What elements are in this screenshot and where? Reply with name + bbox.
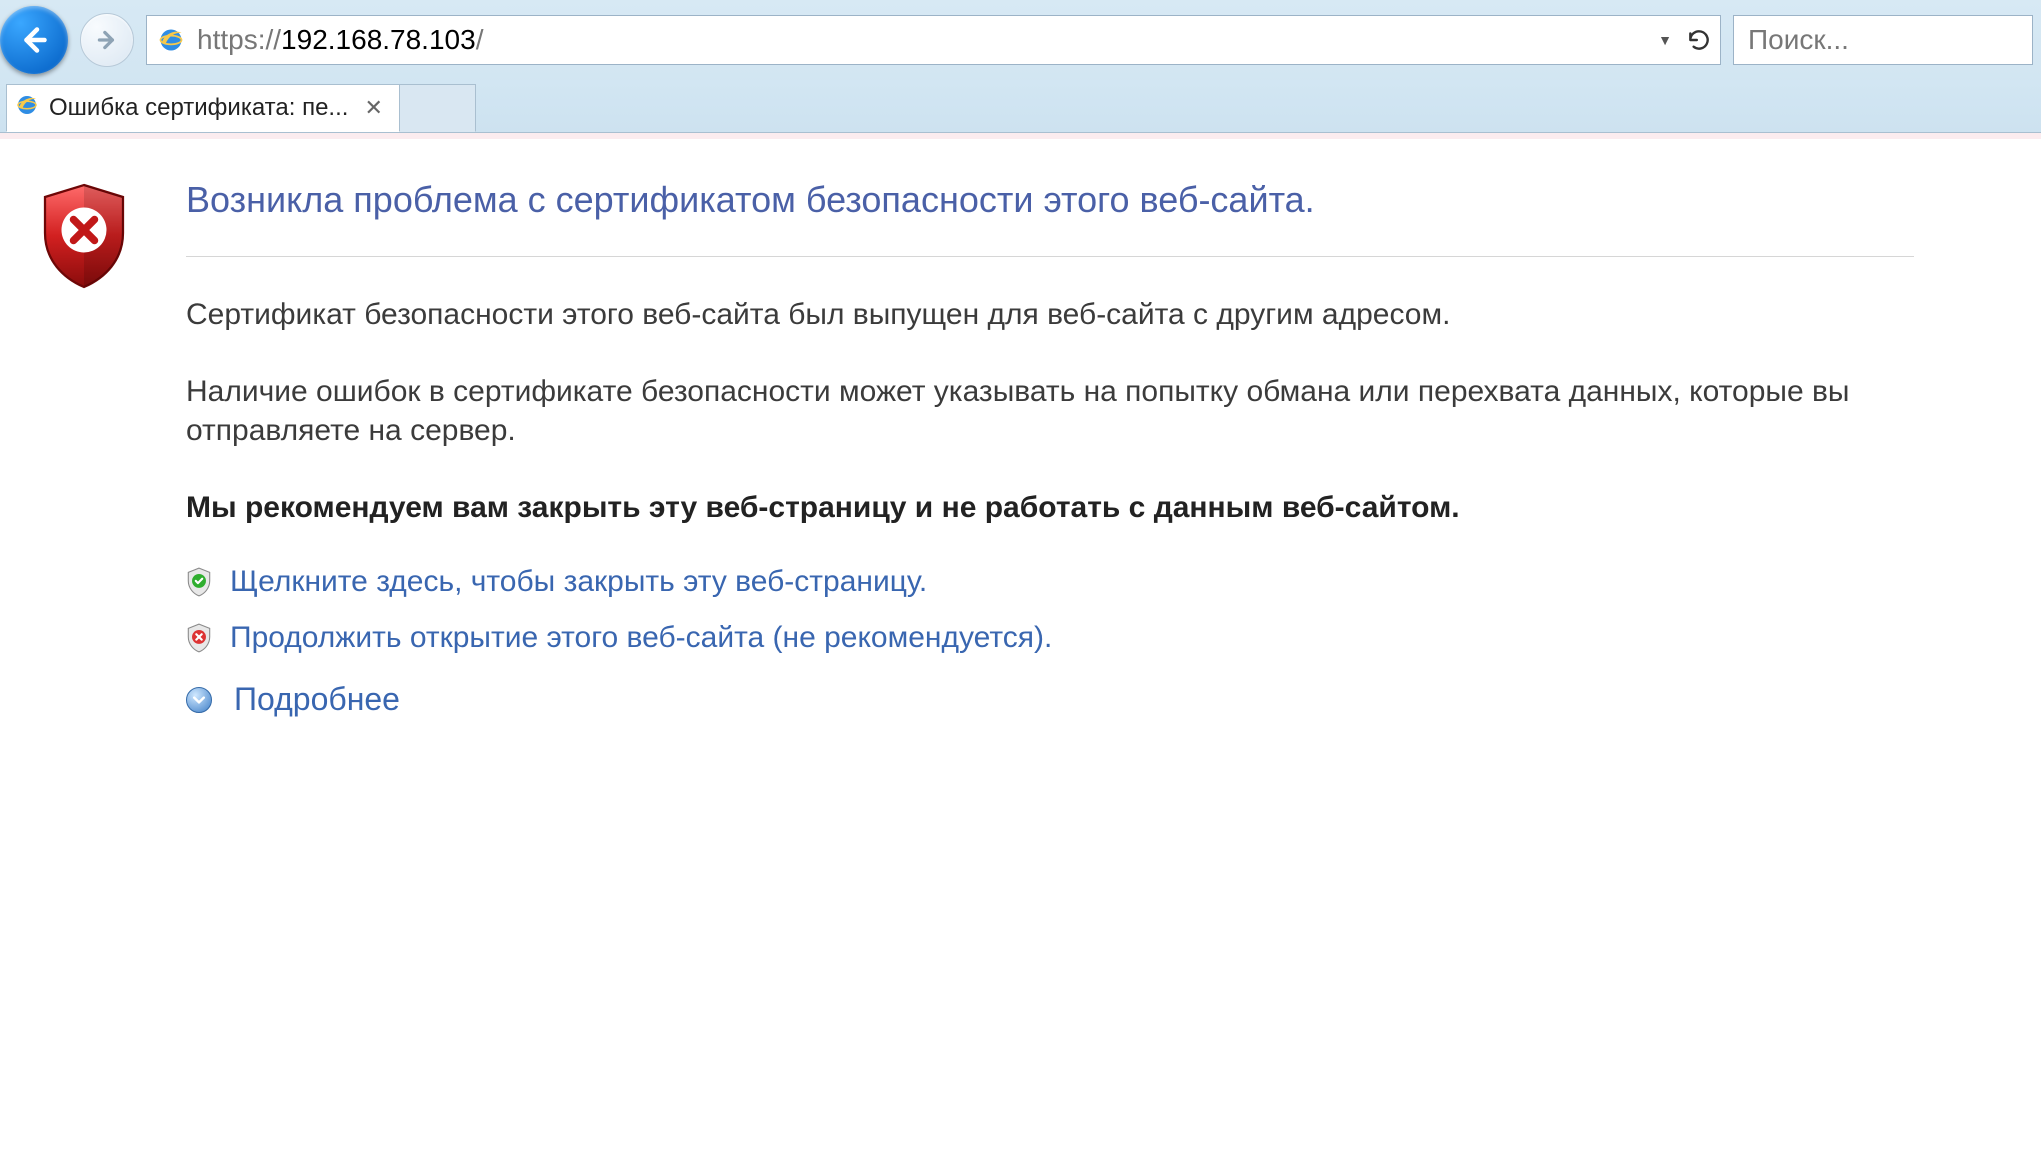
shield-warn-icon <box>186 623 212 653</box>
search-box[interactable]: Поиск... <box>1733 15 2033 65</box>
close-page-link[interactable]: Щелкните здесь, чтобы закрыть эту веб-ст… <box>230 565 927 599</box>
search-placeholder: Поиск... <box>1748 24 1849 56</box>
ie-favicon-icon <box>15 93 39 124</box>
chevron-down-icon <box>193 694 205 706</box>
shield-ok-icon <box>186 567 212 597</box>
active-tab[interactable]: Ошибка сертификата: пе... ✕ <box>6 84 400 132</box>
divider <box>186 256 1914 257</box>
cert-error-page: Возникла проблема с сертификатом безопас… <box>0 139 1960 778</box>
arrow-left-icon <box>16 22 52 58</box>
cert-detail-1: Сертификат безопасности этого веб-сайта … <box>186 295 1914 334</box>
page-heading: Возникла проблема с сертификатом безопас… <box>186 177 1914 222</box>
new-tab-button[interactable] <box>400 84 476 132</box>
more-info-link[interactable]: Подробнее <box>234 681 400 718</box>
ie-favicon-icon <box>157 26 185 54</box>
expand-toggle[interactable] <box>186 687 212 713</box>
recommendation: Мы рекомендуем вам закрыть эту веб-стран… <box>186 488 1914 527</box>
action-close-row: Щелкните здесь, чтобы закрыть эту веб-ст… <box>186 565 1914 599</box>
address-url: https://192.168.78.103/ <box>197 24 1646 56</box>
action-proceed-row: Продолжить открытие этого веб-сайта (не … <box>186 621 1914 655</box>
shield-error-icon <box>36 181 186 291</box>
proceed-link[interactable]: Продолжить открытие этого веб-сайта (не … <box>230 621 1052 655</box>
more-info-row: Подробнее <box>186 681 1914 718</box>
address-bar[interactable]: https://192.168.78.103/ ▼ <box>146 15 1721 65</box>
arrow-right-icon <box>94 27 120 53</box>
tab-close-button[interactable]: ✕ <box>358 93 388 123</box>
back-button[interactable] <box>0 6 68 74</box>
cert-detail-2: Наличие ошибок в сертификате безопасност… <box>186 372 1914 450</box>
forward-button[interactable] <box>80 13 134 67</box>
tab-title: Ошибка сертификата: пе... <box>49 94 348 122</box>
refresh-button[interactable] <box>1686 27 1712 53</box>
tab-strip: Ошибка сертификата: пе... ✕ <box>0 80 2041 132</box>
browser-chrome: https://192.168.78.103/ ▼ Поиск... <box>0 0 2041 133</box>
dropdown-icon[interactable]: ▼ <box>1658 32 1672 48</box>
